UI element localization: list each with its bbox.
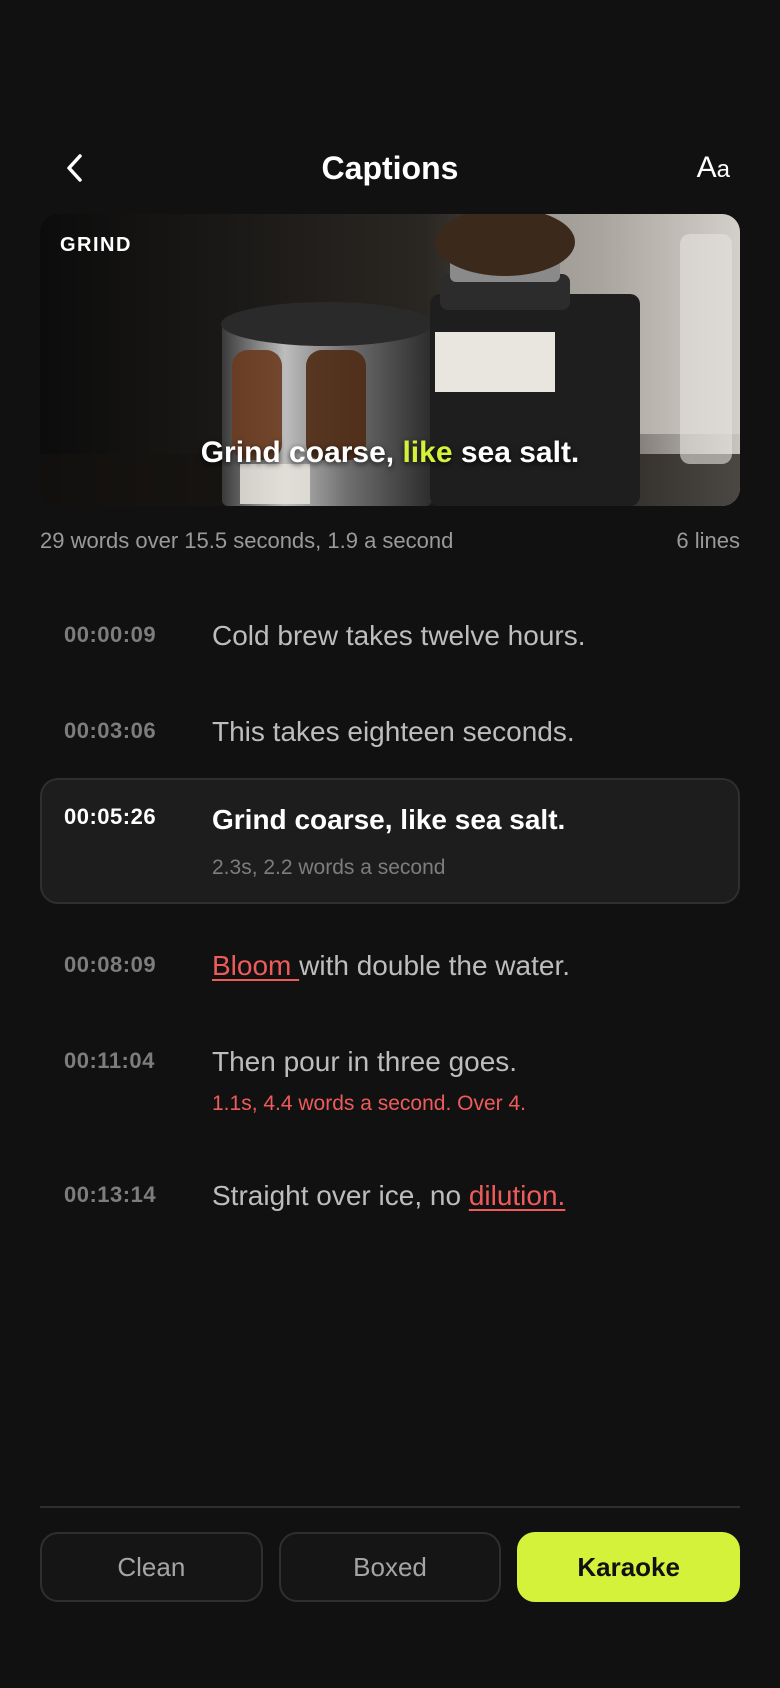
- cue-timestamp: 00:03:06: [64, 718, 157, 743]
- cue-text: Bloom with double the water.: [212, 950, 570, 982]
- cue-text: Cold brew takes twelve hours.: [212, 620, 586, 651]
- cue-text-rest: Straight over ice, no: [212, 1180, 469, 1211]
- cue-timestamp: 00:11:04: [64, 1048, 155, 1073]
- preview-tag: GRIND: [60, 234, 132, 256]
- cue-text: Then pour in three goes.: [212, 1046, 518, 1077]
- caption-highlight-word: like: [402, 436, 453, 469]
- cue-text: Straight over ice, no dilution.: [212, 1180, 565, 1212]
- cue-warning: 1.1s, 4.4 words a second. Over 4.: [212, 1092, 526, 1115]
- caption-cue[interactable]: 00:03:06 This takes eighteen seconds.: [40, 686, 740, 766]
- header: Captions Aa: [0, 140, 780, 196]
- divider: [40, 1506, 740, 1508]
- cue-text: Grind coarse, like sea salt.: [212, 804, 566, 835]
- cue-timestamp: 00:00:09: [64, 622, 157, 647]
- caption-cue[interactable]: 00:00:09 Cold brew takes twelve hours.: [40, 590, 740, 670]
- stats-line-count: 6 lines: [676, 528, 740, 553]
- caption-stats: 29 words over 15.5 seconds, 1.9 a second…: [40, 528, 740, 554]
- cue-timestamp: 00:08:09: [64, 952, 157, 977]
- preview-caption: Grind coarse, like sea salt.: [40, 436, 740, 470]
- flagged-word[interactable]: Bloom: [212, 950, 299, 981]
- caption-text-before: Grind coarse,: [200, 436, 403, 469]
- page-title: Captions: [321, 150, 459, 186]
- font-icon-big-letter: A: [696, 151, 717, 184]
- style-karaoke-button[interactable]: Karaoke: [517, 1532, 741, 1602]
- video-preview[interactable]: GRIND Grind coarse, like sea salt.: [40, 214, 740, 506]
- style-clean-button[interactable]: Clean: [40, 1532, 263, 1602]
- caption-cue-active[interactable]: 00:05:26 Grind coarse, like sea salt. 2.…: [40, 778, 740, 904]
- font-icon-small-letter: a: [716, 156, 730, 183]
- caption-cue[interactable]: 00:11:04 Then pour in three goes. 1.1s, …: [40, 1016, 740, 1126]
- caption-cue[interactable]: 00:08:09 Bloom with double the water.: [40, 920, 740, 1000]
- style-boxed-button[interactable]: Boxed: [278, 1532, 502, 1602]
- cue-text: This takes eighteen seconds.: [212, 716, 575, 747]
- caption-text-after: sea salt.: [452, 436, 580, 469]
- cue-timestamp: 00:05:26: [64, 804, 157, 829]
- flagged-word[interactable]: dilution.: [469, 1180, 566, 1211]
- cue-text-rest: with double the water.: [299, 950, 570, 981]
- caption-style-selector: Clean Boxed Karaoke: [40, 1532, 741, 1602]
- caption-cue[interactable]: 00:13:14 Straight over ice, no dilution.: [40, 1150, 740, 1230]
- font-style-icon[interactable]: Aa: [697, 148, 730, 188]
- cue-meta: 2.3s, 2.2 words a second: [212, 856, 446, 879]
- stats-summary: 29 words over 15.5 seconds, 1.9 a second: [40, 528, 454, 553]
- cue-timestamp: 00:13:14: [64, 1182, 157, 1207]
